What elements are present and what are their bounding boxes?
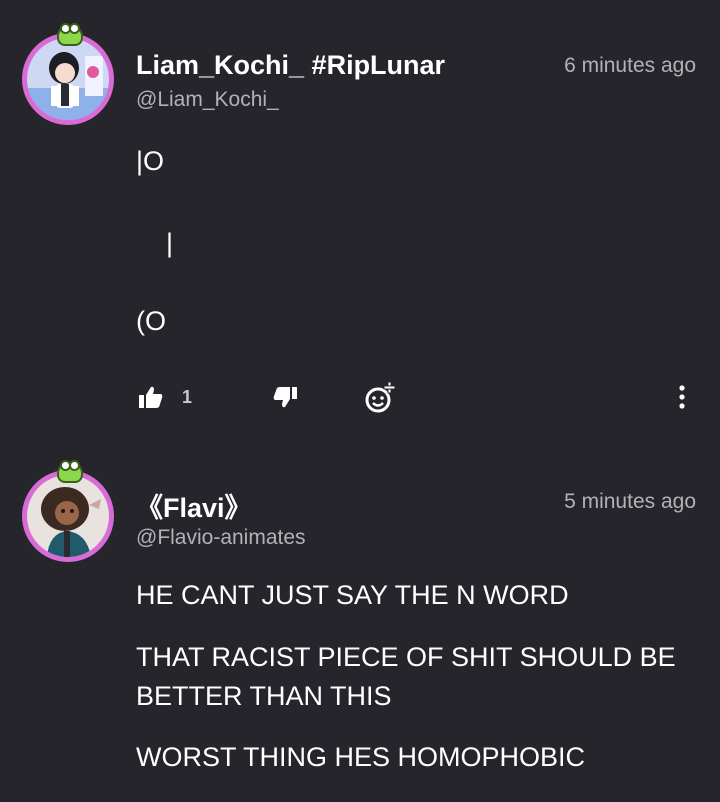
- comment-text-line: BETTER THAN THIS: [136, 681, 392, 711]
- username[interactable]: Liam_Kochi_ #RipLunar: [136, 50, 445, 81]
- comment-text-line: HE CANT JUST SAY THE N WORD: [136, 580, 569, 610]
- comments-page: Liam_Kochi_ #RipLunar @Liam_Kochi_ 6 min…: [0, 0, 720, 802]
- comment-text-line: |O: [136, 146, 165, 176]
- frog-badge-icon: [57, 23, 83, 46]
- thumbs-down-icon: [273, 387, 297, 408]
- timestamp: 5 minutes ago: [564, 490, 696, 513]
- avatar[interactable]: [22, 33, 114, 125]
- thumbs-up-icon: [139, 386, 163, 408]
- comment-text-line: (O: [136, 306, 166, 336]
- more-options-button[interactable]: [678, 385, 686, 409]
- add-reaction-icon: [365, 382, 396, 413]
- avatar-image: [27, 38, 109, 120]
- comment-text-line: WORST THING HES HOMOPHOBIC: [136, 742, 586, 772]
- avatar-image: [27, 475, 109, 557]
- username[interactable]: 《Flavi》: [136, 486, 252, 525]
- comment: Liam_Kochi_ #RipLunar @Liam_Kochi_ 6 min…: [0, 0, 720, 440]
- dislike-button[interactable]: [272, 386, 298, 410]
- frog-badge-icon: [57, 460, 83, 483]
- comment-text-line: THAT RACIST PIECE OF SHIT SHOULD BE: [136, 642, 676, 672]
- like-button[interactable]: 1: [138, 385, 192, 409]
- add-reaction-button[interactable]: [364, 382, 396, 414]
- comment: 《Flavi》 @Flavio-animates 5 minutes ago H…: [0, 440, 720, 802]
- user-handle[interactable]: @Flavio-animates: [136, 526, 306, 550]
- timestamp: 6 minutes ago: [564, 54, 696, 77]
- like-count: 1: [182, 386, 193, 407]
- more-options-icon: [679, 385, 685, 409]
- user-handle[interactable]: @Liam_Kochi_: [136, 88, 279, 112]
- comment-text-line: |: [166, 228, 174, 258]
- avatar[interactable]: [22, 470, 114, 562]
- comment-actions: 1: [0, 380, 720, 414]
